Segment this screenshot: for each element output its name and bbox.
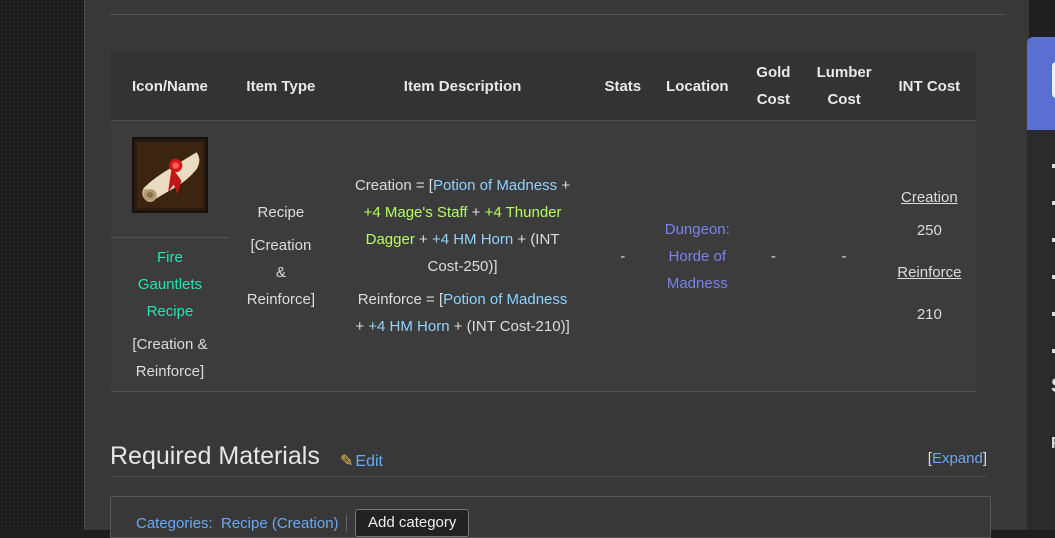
edit-link[interactable]: ✎ Edit xyxy=(340,451,383,471)
thunder-dagger-link[interactable]: +4 Thunder xyxy=(485,204,562,221)
side-panel-text: S xyxy=(1051,375,1055,398)
location-link[interactable]: Dungeon: xyxy=(659,216,735,243)
header-item-description-label: Item Description xyxy=(403,77,522,95)
side-panel-text: F xyxy=(1051,435,1055,453)
header-item-type-label: Item Type xyxy=(246,77,316,95)
recipe-text: + xyxy=(467,204,485,221)
pencil-icon: ✎ xyxy=(340,453,354,470)
header-icon-name: Icon/Name xyxy=(111,52,229,121)
int-reinforce-value: 210 xyxy=(916,306,942,323)
recipe-text: + xyxy=(355,318,369,335)
required-materials-section: Required Materials ✎ Edit [Expand] xyxy=(110,440,987,477)
potion-of-madness-link[interactable]: Potion of Madness xyxy=(433,177,557,194)
location-cell: Dungeon: Horde of Madness xyxy=(653,120,742,392)
table-header-row: Icon/Name Item Type Item Description Sta… xyxy=(111,52,976,121)
item-type-cell: Recipe [Creation & Reinforce] xyxy=(228,120,333,392)
hm-horn-link[interactable]: +4 HM Horn xyxy=(432,231,513,248)
header-location: Location xyxy=(653,52,742,121)
header-stats: Stats xyxy=(592,52,654,121)
categories-box: Categories: Recipe (Creation) Add catego… xyxy=(110,496,991,538)
item-name-subtitle: [Creation & xyxy=(132,336,208,353)
header-item-description: Item Description xyxy=(332,52,593,121)
item-type-text: Recipe xyxy=(257,204,305,221)
categories-label[interactable]: Categories: xyxy=(136,515,213,532)
recipe-text: + xyxy=(414,231,432,248)
header-item-type: Item Type xyxy=(228,52,333,121)
edit-label: Edit xyxy=(355,453,383,470)
table-row: Fire Gauntlets Recipe [Creation & Reinfo… xyxy=(111,120,976,392)
item-type-text: [Creation xyxy=(250,237,312,254)
int-creation-label[interactable]: Creation xyxy=(889,184,970,211)
reinforce-recipe: Reinforce = [Potion of Madness + +4 HM H… xyxy=(339,286,586,340)
main-content: Icon/Name Item Type Item Description Sta… xyxy=(84,0,1029,538)
location-link[interactable]: Madness xyxy=(659,270,735,297)
item-table: Icon/Name Item Type Item Description Sta… xyxy=(111,52,976,392)
location-link[interactable]: Horde of xyxy=(659,243,735,270)
category-separator xyxy=(346,515,347,531)
item-type-text: Reinforce] xyxy=(246,291,316,308)
gold-cost-cell: - xyxy=(741,120,806,392)
page-background-texture xyxy=(0,0,84,530)
header-gold-cost-line2: Cost xyxy=(756,91,791,108)
item-name-link[interactable]: Fire xyxy=(111,244,229,271)
int-cost-cell: Creation 250 Reinforce 210 xyxy=(882,120,976,392)
header-lumber-cost-line1: Lumber xyxy=(816,64,872,81)
expand-link[interactable]: Expand xyxy=(932,450,983,467)
expand-toggle: [Expand] xyxy=(928,450,987,467)
item-name-link[interactable]: Recipe xyxy=(111,298,229,325)
item-name-subtitle: Reinforce] xyxy=(135,363,205,380)
header-lumber-cost-line2: Cost xyxy=(827,91,861,108)
item-description-cell: Creation = [Potion of Madness + +4 Mage'… xyxy=(332,120,593,392)
side-panel-header xyxy=(1027,37,1055,130)
recipe-text: + (INT Cost-210)] xyxy=(449,318,570,335)
hm-horn-link[interactable]: +4 HM Horn xyxy=(368,318,449,335)
int-reinforce-label[interactable]: Reinforce xyxy=(889,259,970,286)
icon-divider xyxy=(111,237,229,238)
expand-bracket: ] xyxy=(982,450,987,467)
recipe-text: + (INT xyxy=(513,231,560,248)
stats-value: - xyxy=(620,247,626,265)
header-gold-cost: Gold Cost xyxy=(741,52,806,121)
item-name-link[interactable]: Gauntlets xyxy=(111,271,229,298)
header-lumber-cost: Lumber Cost xyxy=(805,52,883,121)
recipe-text: Creation = [ xyxy=(354,177,433,194)
scroll-recipe-icon[interactable] xyxy=(131,137,208,213)
header-int-cost-label: INT Cost xyxy=(898,77,961,95)
right-side-panel: S F xyxy=(1027,37,1055,530)
int-creation-value: 250 xyxy=(916,222,942,239)
header-icon-name-label: Icon/Name xyxy=(132,77,208,95)
thunder-dagger-link[interactable]: Dagger xyxy=(366,231,415,248)
section-title: Required Materials xyxy=(110,442,320,470)
lumber-cost-value: - xyxy=(841,247,847,265)
header-gold-cost-line1: Gold xyxy=(756,64,791,81)
header-int-cost: INT Cost xyxy=(882,52,976,121)
creation-recipe: Creation = [Potion of Madness + +4 Mage'… xyxy=(339,172,586,280)
potion-of-madness-link[interactable]: Potion of Madness xyxy=(443,291,567,308)
item-type-text: & xyxy=(275,264,286,281)
category-link[interactable]: Recipe (Creation) xyxy=(221,515,339,532)
header-stats-label: Stats xyxy=(604,77,642,95)
divider xyxy=(110,14,1005,15)
recipe-text: + xyxy=(557,177,571,194)
header-location-label: Location xyxy=(666,77,729,95)
icon-name-cell: Fire Gauntlets Recipe [Creation & Reinfo… xyxy=(111,120,229,392)
recipe-text: Cost-250)] xyxy=(427,258,498,275)
lumber-cost-cell: - xyxy=(805,120,883,392)
mage-staff-link[interactable]: +4 Mage's Staff xyxy=(364,204,468,221)
recipe-text: Reinforce = [ xyxy=(357,291,444,308)
gold-cost-value: - xyxy=(770,247,776,265)
stats-cell: - xyxy=(592,120,654,392)
add-category-button[interactable]: Add category xyxy=(355,509,470,537)
